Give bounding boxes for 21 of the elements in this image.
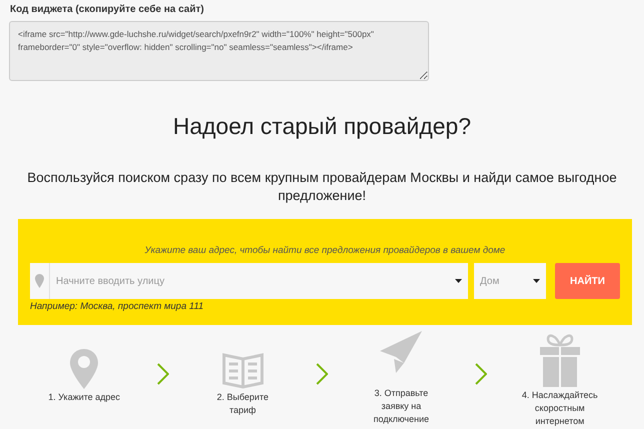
field-label: Код виджета (скопируйте себе на сайт) bbox=[10, 4, 205, 17]
search-hint: Укажите ваш адрес, чтобы найти все предложения провайдеров в вашем доме bbox=[144, 245, 506, 258]
chevron-icon bbox=[316, 363, 328, 385]
street-dropdown[interactable]: Начните вводить улицу bbox=[30, 263, 468, 299]
code-textarea[interactable]: <iframe src="http://www.gde-luchshe.ru/widget/search/pxefn9r2" width="100%" height="500px" frameborder="0" style="overflow: hidden" scrolling="no" seamless="seamless"></iframe> bbox=[9, 21, 429, 81]
dropdown-caret-icon bbox=[533, 279, 540, 283]
house-dropdown[interactable]: Дом bbox=[474, 263, 546, 299]
house-input[interactable]: Дом bbox=[474, 276, 533, 286]
step-label: 1. Укажите адрес bbox=[47, 391, 122, 404]
chevron-icon bbox=[157, 363, 170, 385]
subtitle-text: Воспользуйся поиском сразу по всем крупным провайдерам Москвы и найди самое выгодное предложение! bbox=[26, 169, 618, 205]
example-text: Например: Москва, проспект мира 111 bbox=[30, 301, 205, 312]
map-pin-icon bbox=[70, 349, 98, 389]
step-label: 3. Отправьте заявку на подключение bbox=[372, 387, 430, 426]
step-label: 4. Наслаждайтесь скоростным интернетом bbox=[520, 389, 599, 428]
page-heading: Надоел старый провайдер? bbox=[172, 113, 472, 141]
street-input[interactable]: Начните вводить улицу bbox=[50, 276, 455, 286]
dropdown-caret-icon bbox=[455, 279, 462, 283]
map-pin-icon bbox=[35, 274, 44, 288]
step-label: 2. Выберите тариф bbox=[216, 391, 270, 417]
chevron-icon bbox=[474, 363, 487, 385]
